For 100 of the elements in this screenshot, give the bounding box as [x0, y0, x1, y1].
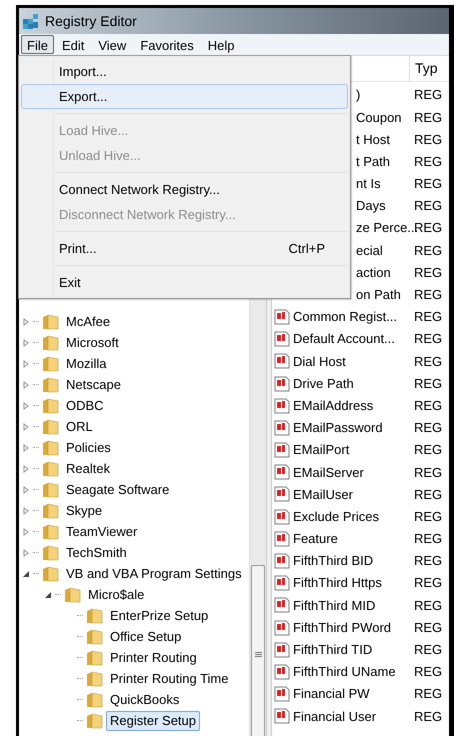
value-type: REG — [414, 641, 442, 660]
expanded-triangle-icon[interactable] — [44, 590, 52, 598]
value-type: REG — [414, 352, 442, 371]
value-type: REG — [414, 152, 442, 171]
tree-item[interactable]: TeamViewer — [62, 522, 142, 542]
tree-item[interactable]: ORL — [62, 416, 97, 436]
collapsed-triangle-icon[interactable] — [22, 402, 30, 410]
value-name[interactable]: nt Is — [356, 174, 381, 194]
string-value-icon — [274, 708, 290, 724]
value-name[interactable]: action — [356, 262, 391, 282]
menu-item[interactable]: Print... Ctrl+P — [21, 236, 348, 261]
value-type: REG — [414, 530, 442, 548]
tree-item[interactable]: McAfee — [62, 312, 114, 332]
value-name[interactable]: FifthThird UName — [293, 662, 396, 682]
tree-item[interactable]: Netscape — [62, 374, 125, 394]
scrollbar-thumb[interactable] — [251, 565, 265, 736]
tree-item[interactable]: TechSmith — [62, 542, 131, 562]
value-name[interactable]: Exclude Prices — [293, 506, 379, 526]
collapsed-triangle-icon[interactable] — [22, 422, 30, 430]
tree-item[interactable]: ODBC — [62, 396, 108, 416]
tree-item[interactable]: Policies — [62, 438, 115, 458]
tree-item[interactable]: Skype — [62, 500, 106, 520]
string-value-icon — [274, 331, 290, 348]
collapsed-triangle-icon[interactable] — [22, 318, 30, 326]
menu-bar-item[interactable]: Edit — [56, 35, 90, 54]
value-name[interactable]: FifthThird TID — [293, 640, 372, 660]
value-name[interactable]: ) — [356, 85, 360, 105]
collapsed-triangle-icon[interactable] — [22, 506, 30, 514]
collapsed-triangle-icon[interactable] — [22, 486, 30, 494]
value-type: REG — [414, 108, 442, 127]
value-name[interactable]: FifthThird BID — [293, 551, 374, 571]
tree-item[interactable]: Micro$ale — [84, 584, 148, 604]
value-name[interactable]: FifthThird Https — [293, 573, 382, 593]
value-type: REG — [414, 618, 442, 637]
collapsed-triangle-icon[interactable] — [22, 548, 30, 556]
value-name[interactable]: Drive Path — [293, 374, 354, 394]
menu-bar-item[interactable]: Favorites — [134, 35, 200, 54]
collapsed-triangle-icon[interactable] — [22, 464, 30, 472]
value-type: REG — [414, 508, 442, 526]
value-name[interactable]: FifthThird PWord — [293, 618, 392, 638]
folder-icon — [86, 608, 103, 624]
value-name[interactable]: on Path — [356, 285, 401, 305]
value-name[interactable]: Feature — [293, 529, 338, 549]
menu-item[interactable]: Connect Network Registry... — [21, 177, 348, 202]
folder-icon — [42, 418, 59, 434]
app-icon — [22, 13, 40, 29]
tree-item[interactable]: VB and VBA Program Settings — [62, 564, 246, 584]
value-name[interactable]: EMailAddress — [293, 396, 374, 416]
tree-item[interactable]: Office Setup — [106, 626, 186, 646]
value-name[interactable]: t Host — [356, 130, 390, 150]
value-name[interactable]: Financial PW — [293, 684, 370, 704]
value-name[interactable]: Financial User — [293, 706, 376, 726]
collapsed-triangle-icon[interactable] — [22, 380, 30, 388]
collapsed-triangle-icon[interactable] — [22, 528, 30, 536]
value-type: REG — [414, 308, 442, 326]
tree-item[interactable]: Microsoft — [62, 332, 123, 352]
value-name[interactable]: Common Regist... — [293, 307, 398, 327]
tree-item[interactable]: Realtek — [62, 458, 114, 478]
tree-item[interactable]: Mozilla — [62, 354, 110, 374]
menu-item[interactable]: Import... — [21, 59, 348, 84]
value-name[interactable]: Coupon — [356, 108, 402, 128]
tree-item[interactable]: EnterPrize Setup — [106, 606, 212, 626]
value-name[interactable]: Days — [356, 196, 386, 216]
tree-item[interactable]: Printer Routing Time — [106, 668, 232, 688]
tree-item[interactable]: Printer Routing — [106, 648, 201, 668]
collapsed-triangle-icon[interactable] — [22, 360, 30, 368]
string-value-icon — [274, 642, 290, 658]
menu-item[interactable]: Exit — [21, 270, 348, 295]
tree-item[interactable]: QuickBooks — [106, 690, 184, 710]
value-name[interactable]: FifthThird MID — [293, 596, 376, 616]
grip-icon — [254, 652, 262, 658]
value-type: REG — [414, 86, 442, 104]
string-value-icon — [274, 464, 290, 480]
string-value-icon — [274, 486, 290, 502]
value-name[interactable]: EMailUser — [293, 484, 353, 504]
menu-bar-item[interactable]: View — [92, 35, 132, 54]
value-name[interactable]: ecial — [356, 240, 383, 260]
folder-icon — [86, 628, 103, 644]
menu-bar-item[interactable]: Help — [202, 35, 241, 54]
expanded-triangle-icon[interactable] — [22, 570, 30, 578]
value-name[interactable]: EMailPassword — [293, 418, 383, 438]
menu-item[interactable]: Export... — [21, 84, 348, 109]
value-type: REG — [414, 419, 442, 438]
collapsed-triangle-icon[interactable] — [22, 338, 30, 346]
menu-item-label: Unload Hive... — [59, 146, 142, 165]
value-name[interactable]: t Path — [356, 152, 390, 172]
value-name[interactable]: EMailPort — [293, 440, 350, 460]
value-type: REG — [414, 464, 442, 482]
tree-item[interactable]: Seagate Software — [62, 480, 174, 500]
menu-bar-item[interactable]: File — [21, 35, 54, 54]
value-type: REG — [414, 130, 442, 149]
string-value-icon — [274, 508, 290, 525]
value-name[interactable]: EMailServer — [293, 462, 364, 482]
string-value-icon — [274, 530, 290, 547]
collapsed-triangle-icon[interactable] — [22, 444, 30, 452]
value-name[interactable]: Dial Host — [293, 352, 346, 372]
column-header[interactable]: Typ — [410, 56, 438, 81]
value-type: REG — [414, 396, 442, 415]
tree-item[interactable]: Register Setup — [106, 710, 200, 730]
value-name[interactable]: Default Account... — [293, 329, 395, 349]
